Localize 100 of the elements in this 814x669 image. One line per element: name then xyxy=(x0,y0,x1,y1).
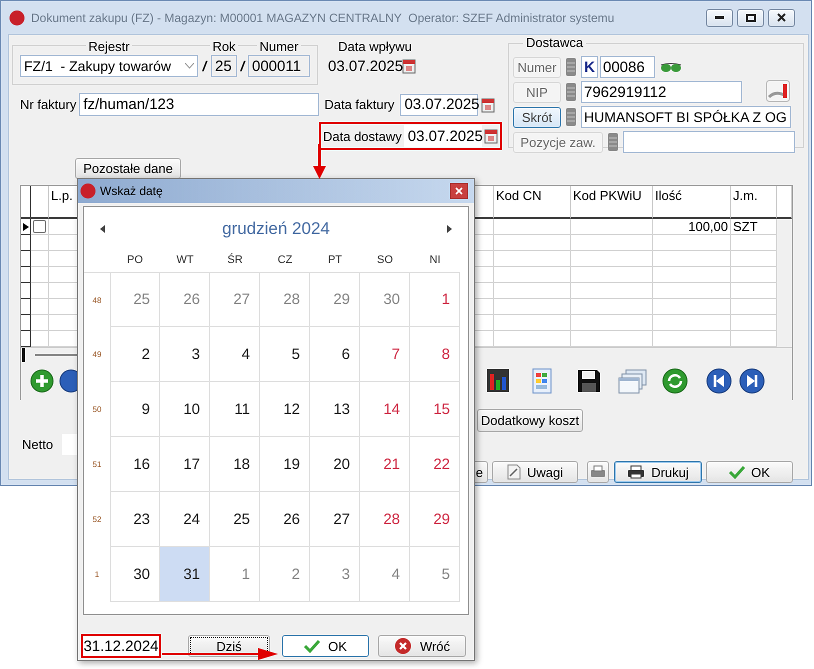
calendar-day[interactable]: 1 xyxy=(410,272,460,327)
spreadsheet-icon[interactable] xyxy=(532,368,554,394)
calendar-day[interactable]: 7 xyxy=(360,327,410,382)
database-icon[interactable] xyxy=(565,82,577,102)
calendar-day[interactable]: 9 xyxy=(110,382,160,437)
save-icon[interactable] xyxy=(576,368,602,394)
invoice-number-field[interactable]: fz/human/123 xyxy=(79,93,320,116)
checkbox[interactable] xyxy=(33,220,46,233)
calendar-day[interactable]: 28 xyxy=(260,272,310,327)
back-button[interactable]: Wróć xyxy=(378,635,466,657)
calendar-day[interactable]: 28 xyxy=(360,492,410,547)
additional-cost-button[interactable]: Dodatkowy koszt xyxy=(477,409,583,432)
windows-icon[interactable] xyxy=(618,368,648,394)
number-field[interactable]: 000011 xyxy=(248,55,310,77)
calendar-day[interactable]: 26 xyxy=(160,272,210,327)
year-field[interactable]: 25 xyxy=(211,55,237,77)
calendar-icon[interactable] xyxy=(484,128,498,144)
calendar-day[interactable]: 19 xyxy=(260,437,310,492)
calendar-day[interactable]: 4 xyxy=(210,327,260,382)
calendar-day[interactable]: 30 xyxy=(360,272,410,327)
calendar-day[interactable]: 2 xyxy=(260,547,310,602)
field-label: Netto xyxy=(22,437,54,452)
row-header-cell[interactable] xyxy=(21,251,31,267)
close-button[interactable] xyxy=(768,8,795,26)
refresh-icon[interactable] xyxy=(662,368,688,394)
calendar-day[interactable]: 13 xyxy=(310,382,360,437)
calendar-day[interactable]: 5 xyxy=(260,327,310,382)
supplier-field[interactable]: HUMANSOFT BI SPÓŁKA Z OG xyxy=(581,106,791,128)
calendar-day[interactable]: 23 xyxy=(110,492,160,547)
calendar-day[interactable]: 21 xyxy=(360,437,410,492)
column-header[interactable]: Ilość xyxy=(653,186,731,219)
ok-button[interactable]: OK xyxy=(706,461,793,483)
supplier-field-button[interactable]: NIP xyxy=(513,82,561,102)
glasses-icon[interactable] xyxy=(659,60,683,74)
previous-month-icon[interactable] xyxy=(100,225,105,233)
calendar-day[interactable]: 3 xyxy=(310,547,360,602)
delivery-date-field[interactable]: 03.07.2025 xyxy=(404,125,482,147)
calendar-day[interactable]: 5 xyxy=(410,547,460,602)
column-header[interactable]: Kod PKWiU xyxy=(571,186,653,219)
date-field[interactable]: 31.12.2024 xyxy=(81,634,161,658)
first-record-icon[interactable] xyxy=(706,368,732,394)
row-header-cell[interactable] xyxy=(21,315,31,331)
close-button[interactable] xyxy=(450,183,468,199)
calendar-icon[interactable] xyxy=(402,58,416,74)
calendar-icon[interactable] xyxy=(481,96,496,112)
calendar-day[interactable]: 10 xyxy=(160,382,210,437)
calendar-day[interactable]: 29 xyxy=(310,272,360,327)
supplier-field[interactable]: 00086 xyxy=(600,56,655,78)
calendar-day[interactable]: 3 xyxy=(160,327,210,382)
bar-chart-icon[interactable] xyxy=(486,368,512,394)
row-header-cell[interactable] xyxy=(21,267,31,283)
calendar-day[interactable]: 25 xyxy=(110,272,160,327)
column-header[interactable]: Kod CN xyxy=(494,186,571,219)
register-dropdown[interactable]: FZ/1 - Zakupy towarów xyxy=(20,55,198,77)
calendar-day[interactable]: 1 xyxy=(210,547,260,602)
calendar-day[interactable]: 17 xyxy=(160,437,210,492)
row-header-cell[interactable] xyxy=(21,299,31,315)
database-icon[interactable] xyxy=(607,132,619,152)
row-header-cell[interactable] xyxy=(21,235,31,251)
maximize-button[interactable] xyxy=(737,8,764,26)
calendar-day[interactable]: 31 xyxy=(160,547,210,602)
other-data-button[interactable]: Pozostałe dane xyxy=(75,158,181,179)
calendar-day[interactable]: 16 xyxy=(110,437,160,492)
calendar-day[interactable]: 25 xyxy=(210,492,260,547)
supplier-field-button[interactable]: Numer xyxy=(513,56,561,78)
supplier-field[interactable] xyxy=(623,131,795,153)
supplier-field[interactable]: 7962919112 xyxy=(581,81,742,103)
calendar-day[interactable]: 18 xyxy=(210,437,260,492)
last-record-icon[interactable] xyxy=(739,368,765,394)
calendar-day[interactable]: 20 xyxy=(310,437,360,492)
calendar-day[interactable]: 8 xyxy=(410,327,460,382)
add-icon[interactable] xyxy=(30,369,54,393)
calendar-day[interactable]: 11 xyxy=(210,382,260,437)
next-month-icon[interactable] xyxy=(446,225,452,233)
row-header-cell[interactable] xyxy=(21,219,31,235)
print-button[interactable]: Drukuj xyxy=(614,461,702,483)
minimize-button[interactable] xyxy=(706,8,733,26)
calendar-day[interactable]: 27 xyxy=(210,272,260,327)
calendar-day[interactable]: 22 xyxy=(410,437,460,492)
column-header[interactable]: J.m. xyxy=(731,186,777,219)
ok-button[interactable]: OK xyxy=(282,635,369,657)
calendar-day[interactable]: 4 xyxy=(360,547,410,602)
chart-icon[interactable] xyxy=(766,80,790,102)
calendar-day[interactable]: 12 xyxy=(260,382,310,437)
calendar-day[interactable]: 26 xyxy=(260,492,310,547)
column-header[interactable] xyxy=(21,186,31,219)
invoice-date-field[interactable]: 03.07.2025 xyxy=(400,94,478,116)
calendar-day[interactable]: 27 xyxy=(310,492,360,547)
row-header-cell[interactable] xyxy=(21,283,31,299)
calendar-day[interactable]: 29 xyxy=(410,492,460,547)
print-settings-button[interactable] xyxy=(587,461,609,483)
notes-button[interactable]: Uwagi xyxy=(492,461,578,483)
database-icon[interactable] xyxy=(565,57,577,77)
calendar-day[interactable]: 15 xyxy=(410,382,460,437)
calendar-day[interactable]: 2 xyxy=(110,327,160,382)
calendar-day[interactable]: 6 xyxy=(310,327,360,382)
supplier-field-button[interactable]: Pozycje zaw. xyxy=(513,132,603,152)
supplier-field-button[interactable]: Skrót xyxy=(513,106,561,128)
database-icon[interactable] xyxy=(565,107,577,127)
calendar-day[interactable]: 14 xyxy=(360,382,410,437)
